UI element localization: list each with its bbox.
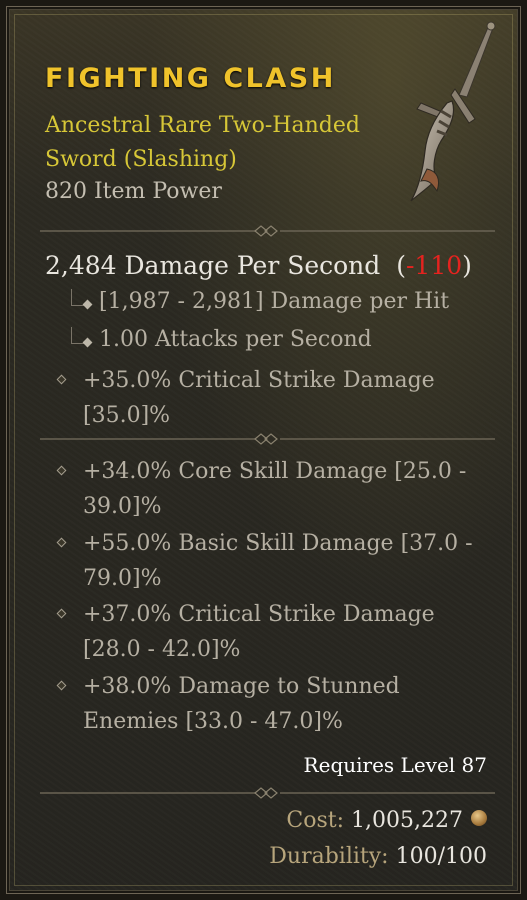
durability-label: Durability: bbox=[269, 844, 389, 869]
branch-icon bbox=[65, 289, 99, 319]
affix-text: +37.0% Critical Strike Damage [28.0 - 42… bbox=[83, 602, 435, 662]
divider bbox=[40, 225, 495, 237]
implicit-affix-text: +35.0% Critical Strike Damage [35.0]% bbox=[83, 368, 435, 428]
diamond-bullet-icon bbox=[56, 608, 67, 619]
item-type: Ancestral Rare Two-Handed Sword (Slashin… bbox=[45, 113, 360, 172]
cost-label: Cost: bbox=[286, 808, 345, 833]
dps-open-paren: ( bbox=[396, 251, 406, 280]
diamond-bullet-icon bbox=[56, 680, 67, 691]
damage-per-hit: [1,987 - 2,981] Damage per Hit bbox=[99, 289, 450, 314]
damage-per-hit-row: [1,987 - 2,981] Damage per Hit bbox=[65, 289, 449, 319]
affix-text: +34.0% Core Skill Damage [25.0 - 39.0]% bbox=[83, 459, 467, 519]
divider bbox=[40, 433, 495, 445]
attack-speed: 1.00 Attacks per Second bbox=[99, 327, 372, 352]
item-power: 820 Item Power bbox=[45, 179, 222, 204]
affix-row: +55.0% Basic Skill Damage [37.0 - 79.0]% bbox=[55, 526, 475, 596]
sell-cost: Cost: 1,005,227 bbox=[286, 808, 487, 833]
dps-close-paren: ) bbox=[462, 251, 472, 280]
affix-row: +37.0% Critical Strike Damage [28.0 - 42… bbox=[55, 597, 475, 667]
item-tooltip: FIGHTING CLASH Ancestral Rare Two-Handed… bbox=[6, 6, 521, 894]
damage-per-second: 2,484 Damage Per Second (-110) bbox=[45, 251, 472, 280]
implicit-affix: +35.0% Critical Strike Damage [35.0]% bbox=[55, 363, 475, 433]
dps-diff: -110 bbox=[405, 251, 463, 280]
branch-icon bbox=[65, 327, 99, 357]
dps-value: 2,484 Damage Per Second bbox=[45, 251, 381, 280]
cost-value: 1,005,227 bbox=[351, 808, 463, 833]
item-name: FIGHTING CLASH bbox=[45, 63, 336, 94]
level-requirement: Requires Level 87 bbox=[303, 753, 487, 777]
durability-value: 100/100 bbox=[395, 844, 487, 869]
two-handed-sword-icon bbox=[410, 21, 496, 202]
durability: Durability: 100/100 bbox=[269, 844, 487, 869]
affix-row: +34.0% Core Skill Damage [25.0 - 39.0]% bbox=[55, 454, 475, 524]
affix-row: +38.0% Damage to Stunned Enemies [33.0 -… bbox=[55, 669, 475, 739]
diamond-bullet-icon bbox=[56, 537, 67, 548]
affix-text: +38.0% Damage to Stunned Enemies [33.0 -… bbox=[83, 674, 400, 734]
diamond-bullet-icon bbox=[56, 465, 67, 476]
attack-speed-row: 1.00 Attacks per Second bbox=[65, 327, 372, 357]
affix-text: +55.0% Basic Skill Damage [37.0 - 79.0]% bbox=[83, 531, 473, 591]
gold-coin-icon bbox=[471, 810, 487, 826]
diamond-bullet-icon bbox=[56, 374, 67, 385]
divider bbox=[40, 787, 495, 799]
